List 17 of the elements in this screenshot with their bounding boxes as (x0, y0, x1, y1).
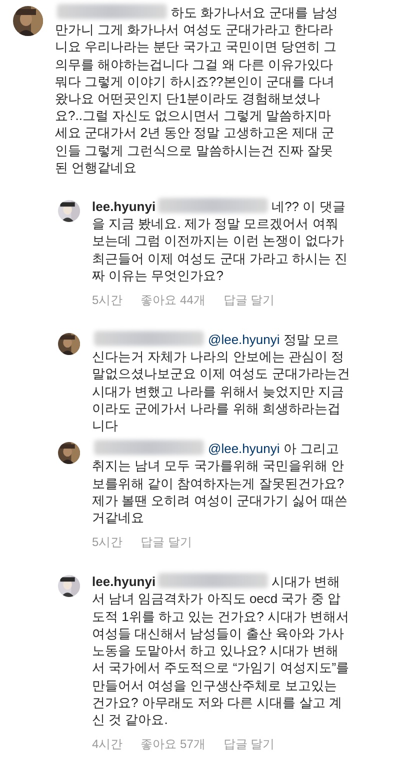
reply-link[interactable]: 답글 달기 (140, 534, 192, 552)
username-link[interactable]: lee.hyunyi (92, 199, 156, 214)
comment-time: 5시간 (92, 292, 123, 310)
comment-text: @lee.hyunyi 정말 모르신다는거 자체가 나라의 안보에는 관심이 정말없으셨나보군요 이제 여성도 군대가라는건 시대가 변했고 나라를 위해서 늦었지만 지금 이라도 군에가서 나라를 위해 희생하라는겁니다 (92, 331, 350, 434)
comment-text: lee.hyunyi 네?? 이 댓글을 지금 봤네요. 제가 정말 모르겠어서 여쭤보는데 그럼 이전까지는 이런 논쟁이 없다가 최근들어 이제 여성도 군대 가라고 하시는 진짜 이유는 무엇인가요? (92, 198, 349, 284)
mention-link[interactable]: @lee.hyunyi (208, 441, 280, 456)
comment-text: lee.hyunyi 시대가 변해서 남녀 임금격차가 아직도 oecd 국가 중 압도적 1위를 하고 있는 건가요? 시대가 변해서 여성들 대신해서 남성들이 출산 육아와 가사노동을 도맡아서 하고 있나요? 시대가 변해서 국가에서 주도적으로 “가임기 여성지도”를 만들어서 여성을 인구생산주체로 보고있는 건가요? 아무래도 저와 다른 시대를 살고 계신 것 같아요. (92, 573, 350, 728)
mention-link[interactable]: @lee.hyunyi (208, 332, 280, 348)
comment-text: 하도 화가나서요 군대를 남성만가니 그게 화가나서 여성도 군대가라고 한다라니요 우리나라는 분단 국가고 국민이면 당연히 그 의무를 해야하는겁니다 그걸 왜 다른 이유가있다뭐다 그렇게 이야기 하시죠??본인이 군대를 다녀왔나요 어떤곳인지 단1분이라도 경험해보셨나요?..그럴 자신도 없으시면서 그렇게 말씀하지마세요 군대가서 2년 동안 정말 고생하고온 제대 군인들 그렇게 그런식으로 말씀하시는건 진짜 잘못된 언행같네요 (55, 4, 339, 176)
username-link[interactable]: lee.hyunyi (92, 574, 156, 590)
likes-count[interactable]: 좋아요 57개 (140, 736, 206, 754)
comment-time: 5시간 (92, 534, 123, 552)
likes-count[interactable]: 좋아요 44개 (140, 292, 206, 310)
reply-link[interactable]: 답글 달기 (223, 736, 275, 754)
reply-link[interactable]: 답글 달기 (223, 292, 275, 310)
comment-time: 4시간 (92, 736, 123, 754)
comment-text: @lee.hyunyi 아 그리고 취지는 남녀 모두 국가를위해 국민을위해 안보를위해 같이 참여하자는게 잘못된건가요?제가 볼땐 오히려 여성이 군대가기 싫어 때쓴거같네요 (92, 440, 349, 526)
